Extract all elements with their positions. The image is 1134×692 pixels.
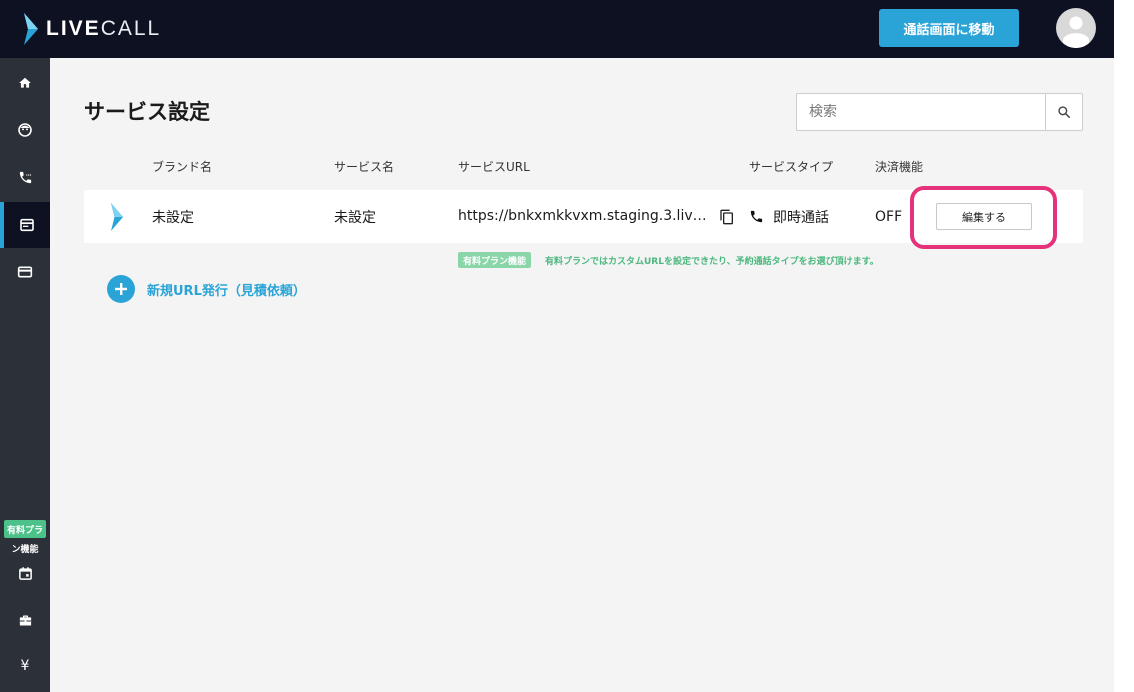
search-box [796,93,1083,131]
logo-wordmark: LIVECALL [46,17,162,40]
column-header-service-type: サービスタイプ [749,160,834,174]
phone-icon [19,171,31,183]
paid-plan-note: 有料プランではカスタムURLを設定できたり、予約通話タイプをお選び頂けます。 [545,257,879,267]
brand-name-cell: 未設定 [152,209,194,226]
annotation-highlight [910,186,1057,249]
app-window: LIVECALL 通話画面に移動 有料プラ ン機能 ¥ サービス設定 検索 ブラ… [0,0,1114,692]
search-input[interactable] [797,94,1045,130]
sidebar-item-web[interactable] [0,202,50,248]
service-url-cell[interactable]: https://bnkxmkkvxm.staging.3.livecall.jp [458,190,710,243]
web-icon [20,218,34,232]
payment-cell: OFF [875,208,903,225]
service-name-cell: 未設定 [334,209,376,226]
column-header-service-name: サービス名 [334,160,395,174]
brand-logo-icon [109,190,125,243]
home-icon [19,77,31,88]
user-avatar-icon[interactable] [1056,8,1096,48]
sidebar: 有料プラ ン機能 ¥ [0,58,50,692]
credit-card-icon [17,266,33,278]
column-header-brand: ブランド名 [152,160,213,174]
calendar-icon [18,566,32,580]
plus-icon [107,275,135,303]
search-icon [1058,106,1071,119]
top-bar: LIVECALL 通話画面に移動 [0,0,1114,58]
sidebar-item-billing[interactable] [0,249,50,295]
column-header-payment: 決済機能 [875,160,924,174]
service-type-cell: 即時通話 [749,190,829,243]
livecall-logo-icon [24,13,38,45]
livecall-logo[interactable]: LIVECALL [22,13,161,45]
new-url-request-label: 新規URL発行（見積依頼） [147,283,306,299]
paid-plan-feature-badge: 有料プラン機能 [458,252,532,268]
paid-plan-badge: 有料プラ [4,520,46,538]
copy-url-button[interactable] [719,190,735,243]
phone-icon [750,210,763,223]
sidebar-item-business[interactable] [0,597,50,643]
sidebar-item-call[interactable] [0,154,50,200]
service-type-label: 即時通話 [773,209,829,226]
sidebar-item-pricing[interactable]: ¥ [0,658,50,674]
briefcase-icon [19,615,31,625]
column-header-service-url: サービスURL [458,160,530,174]
sidebar-item-home[interactable] [0,60,50,106]
page-title: サービス設定 [84,100,210,124]
new-url-request-button[interactable]: 新規URL発行（見積依頼） [107,275,306,303]
copy-icon [720,209,733,224]
sidebar-item-face[interactable] [0,107,50,153]
go-to-call-screen-button[interactable]: 通話画面に移動 [879,9,1019,47]
sidebar-item-reservation[interactable] [0,550,50,596]
search-button[interactable] [1045,94,1082,130]
face-icon [18,123,32,137]
